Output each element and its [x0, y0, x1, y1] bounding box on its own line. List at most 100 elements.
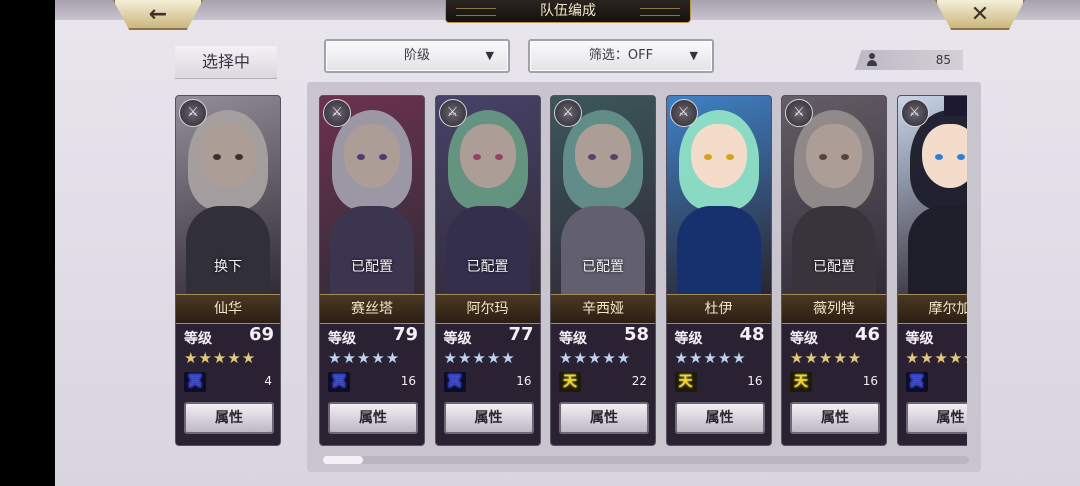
character-portrait [897, 96, 967, 296]
element-icon: 天 [559, 372, 581, 392]
rarity-stars: ★★★★★ [674, 349, 747, 367]
level-value: 79 [392, 324, 418, 345]
status-overlay-text: 已配置 [466, 259, 509, 275]
class-icon: ⚔ [900, 99, 929, 127]
element-icon: 冥 [905, 372, 928, 392]
portrait-eye [725, 154, 734, 160]
class-icon: ⚔ [554, 99, 582, 127]
filter-dropdown[interactable]: 筛选：OFF ▼ [528, 39, 714, 73]
portrait-eye [703, 154, 712, 160]
temporary-tag: 临 [943, 96, 967, 116]
class-icon: ⚔ [785, 99, 813, 127]
level-label: 等级 [559, 331, 587, 347]
class-icon: ⚔ [323, 99, 351, 127]
character-card[interactable]: ⚔ 已配置 阿尔玛 等级 77 ★★★★★ 冥 16 属性 [434, 95, 541, 446]
character-name: 赛丝塔 [320, 294, 424, 324]
level-value: 48 [739, 324, 765, 345]
level-row: 等级 77 [443, 324, 534, 348]
screen-title: 队伍编成 [445, 0, 691, 23]
selected-tab-label: 选择中 [175, 46, 277, 79]
rarity-stars: ★★★★★ [184, 349, 257, 367]
attributes-button[interactable]: 属性 [790, 402, 880, 434]
attributes-button[interactable]: 属性 [674, 402, 765, 434]
level-value: 46 [854, 324, 880, 345]
attributes-button[interactable]: 属性 [559, 402, 649, 434]
status-overlay-text: 换下 [214, 259, 242, 275]
element-row: 冥 16 [328, 372, 418, 394]
rarity-stars: ★★★★★ [443, 349, 516, 367]
level-label: 等级 [328, 331, 356, 347]
back-button[interactable]: ← [113, 0, 203, 30]
attributes-button[interactable]: 属性 [328, 402, 418, 434]
element-count: 16 [747, 374, 763, 388]
element-row: 天 16 [790, 372, 880, 394]
character-list[interactable]: ⚔ 已配置 赛丝塔 等级 79 ★★★★★ 冥 16 属性 ⚔ 已配置 阿尔玛 … [319, 95, 967, 450]
element-row: 冥 4 [184, 372, 274, 394]
status-overlay-text: 已配置 [582, 259, 624, 275]
character-name: 仙华 [176, 294, 280, 324]
status-overlay-text: 已配置 [813, 259, 855, 275]
element-row: 天 22 [559, 372, 649, 394]
character-name: 摩尔加 [897, 294, 967, 324]
sort-dropdown[interactable]: 阶级 ▼ [324, 39, 510, 73]
rarity-stars: ★★★★★ [559, 349, 632, 367]
scrollbar-thumb[interactable] [323, 456, 363, 464]
element-icon: 冥 [328, 372, 350, 392]
character-card[interactable]: ⚔ 杜伊 等级 48 ★★★★★ 天 16 属性 [665, 95, 772, 446]
element-count: 16 [862, 374, 878, 388]
class-icon: ⚔ [669, 99, 698, 127]
element-count: 16 [516, 374, 532, 388]
character-name: 阿尔玛 [435, 294, 540, 324]
element-icon: 冥 [184, 372, 206, 392]
rarity-stars: ★★★★★ [790, 349, 863, 367]
element-row: 天 16 [674, 372, 765, 394]
selected-character-card[interactable]: ⚔ 换下 仙华 等级 69 ★★★★★ 冥 4 属性 [175, 95, 281, 446]
level-label: 等级 [905, 331, 934, 347]
class-icon: ⚔ [438, 99, 467, 127]
close-icon: ✕ [970, 1, 990, 27]
person-icon [867, 53, 877, 66]
level-label: 等级 [790, 331, 818, 347]
character-name: 杜伊 [666, 294, 771, 324]
close-button[interactable]: ✕ [935, 0, 1025, 30]
attributes-button[interactable]: 属性 [905, 402, 967, 434]
filter-dropdown-label: 筛选：OFF [588, 48, 654, 63]
chevron-down-icon: ▼ [485, 49, 494, 62]
element-count: 22 [631, 374, 647, 388]
horizontal-scrollbar[interactable] [323, 456, 969, 464]
character-name: 辛西娅 [551, 294, 655, 324]
attributes-button[interactable]: 属性 [443, 402, 534, 434]
level-value: 77 [508, 324, 534, 345]
portrait-eye [934, 154, 943, 160]
element-icon: 天 [674, 372, 697, 392]
element-icon: 冥 [443, 372, 466, 392]
sort-dropdown-label: 阶级 [403, 48, 430, 63]
level-row: 等级 79 [328, 324, 418, 348]
level-row: 等级 69 [184, 324, 274, 348]
class-icon: ⚔ [179, 99, 207, 127]
character-card[interactable]: ⚔ 已配置 赛丝塔 等级 79 ★★★★★ 冥 16 属性 [319, 95, 425, 446]
level-label: 等级 [443, 331, 472, 347]
character-card[interactable]: ⚔ 已配置 薇列特 等级 46 ★★★★★ 天 16 属性 [781, 95, 887, 446]
level-value: 69 [248, 324, 274, 345]
level-row: 等级 [906, 326, 968, 348]
roster-count: 85 [855, 50, 963, 70]
level-label: 等级 [674, 331, 703, 347]
chevron-down-icon: ▼ [689, 49, 698, 62]
level-row: 等级 58 [559, 324, 649, 348]
level-value: 58 [623, 324, 649, 345]
level-row: 等级 46 [790, 324, 880, 348]
element-row: 冥 16 [443, 372, 534, 394]
attributes-button[interactable]: 属性 [184, 402, 274, 434]
level-label: 等级 [184, 331, 212, 347]
character-card[interactable]: ⚔ 已配置 辛西娅 等级 58 ★★★★★ 天 22 属性 [550, 95, 656, 446]
level-row: 等级 48 [674, 324, 765, 348]
portrait-eye [956, 154, 965, 160]
roster-count-value: 85 [935, 53, 951, 67]
character-name: 薇列特 [782, 294, 886, 324]
character-card[interactable]: ⚔ 临 摩尔加 等级 ★★★★★ 冥 属性 [896, 95, 968, 446]
element-count: 16 [400, 374, 416, 388]
portrait-face [690, 124, 747, 188]
portrait-body [676, 206, 761, 296]
element-count: 4 [264, 374, 272, 388]
